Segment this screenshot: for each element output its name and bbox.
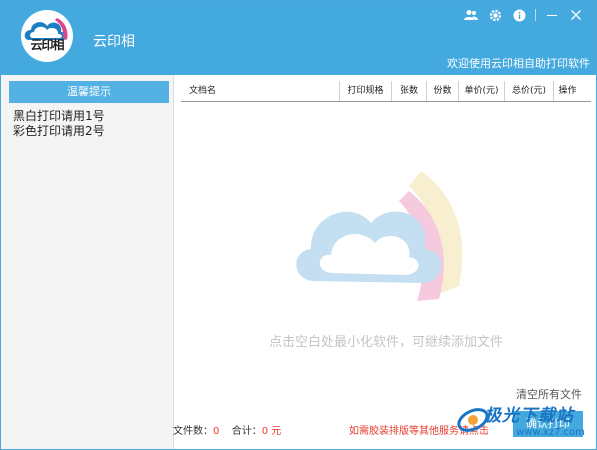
background-logo [291,171,491,325]
list-item: 黑白打印请用1号 [13,109,105,123]
minimize-icon[interactable] [540,5,564,25]
column-header-sheets[interactable]: 张数 [391,81,426,101]
site-watermark-url: www.xz7.com [516,427,585,438]
total-value: 0 元 [261,426,282,437]
info-icon[interactable] [507,5,531,25]
sidebar: 温馨提示 黑白打印请用1号 彩色打印请用2号 [1,75,174,449]
window-controls [459,5,588,25]
user-icon[interactable] [459,5,483,25]
site-watermark-name: 极光下载站 [484,406,574,426]
footer-stats: 文件数：0 合计：0 元 [173,422,281,437]
logo-text: 云印相 [30,38,64,52]
list-item: 彩色打印请用2号 [13,124,105,138]
app-title: 云印相 [93,34,135,50]
controls-divider [535,9,536,21]
column-header-print-spec[interactable]: 打印规格 [339,81,391,101]
site-watermark: 极光下载站 www.xz7.com [456,399,596,449]
printer-tips-list: 黑白打印请用1号 彩色打印请用2号 [13,109,105,139]
total-label: 合计： [231,426,262,437]
welcome-text: 欢迎使用云印相自助打印软件 [447,57,590,70]
tips-header: 温馨提示 [9,81,169,103]
file-count-label: 文件数： [173,426,213,437]
minimize-hint[interactable]: 点击空白处最小化软件，可继续添加文件 [181,331,591,350]
app-logo: 云印相 [21,10,73,62]
gear-icon[interactable] [483,5,507,25]
column-header-filename[interactable]: 文档名 [181,81,339,101]
column-header-total-price[interactable]: 总价(元) [504,81,553,101]
close-icon[interactable] [564,5,588,25]
column-header-copies[interactable]: 份数 [426,81,458,101]
column-header-unit-price[interactable]: 单价(元) [458,81,504,101]
file-count-value: 0 [213,426,220,437]
title-bar: 云印相 云印相 欢迎使用云印相自助打印软件 [1,1,596,75]
column-header-actions[interactable]: 操作 [553,81,581,101]
file-table-header: 文档名 打印规格 张数 份数 单价(元) 总价(元) 操作 [181,81,591,102]
